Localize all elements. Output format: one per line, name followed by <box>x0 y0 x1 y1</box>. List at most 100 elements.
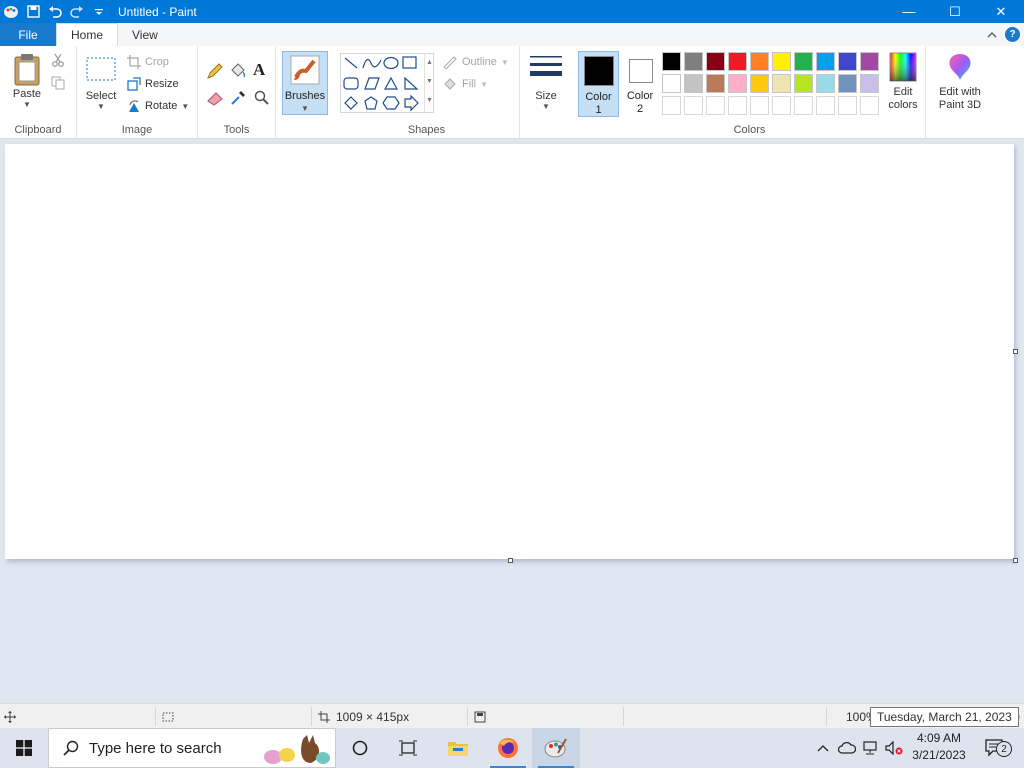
size-group: Size ▼ <box>520 46 574 139</box>
palette-swatch-empty[interactable] <box>684 96 703 115</box>
palette-swatch[interactable] <box>860 52 879 71</box>
palette-swatch-empty[interactable] <box>816 96 835 115</box>
resize-button[interactable]: Resize <box>127 77 179 91</box>
palette-swatch[interactable] <box>794 74 813 93</box>
file-explorer-button[interactable] <box>434 728 482 768</box>
fill-button[interactable]: Fill ▼ <box>442 77 488 91</box>
palette-swatch-empty[interactable] <box>772 96 791 115</box>
brushes-button[interactable]: Brushes ▼ <box>282 51 328 115</box>
start-button[interactable] <box>0 728 48 768</box>
notification-count-badge: 2 <box>996 741 1012 757</box>
firefox-button[interactable] <box>484 728 532 768</box>
tab-view[interactable]: View <box>118 23 172 46</box>
cursor-position-icon <box>4 704 16 729</box>
palette-swatch[interactable] <box>706 52 725 71</box>
taskbar-clock[interactable]: 4:09 AM 3/21/2023 <box>908 730 970 766</box>
size-icon <box>530 56 562 76</box>
maximize-button[interactable]: ☐ <box>932 0 978 23</box>
select-icon <box>86 57 116 81</box>
palette-swatch-empty[interactable] <box>794 96 813 115</box>
cut-icon[interactable] <box>51 53 65 67</box>
shapes-scroll[interactable]: ▲ ▼ ▼ <box>424 53 434 113</box>
resize-handle-bottom[interactable] <box>508 558 513 563</box>
palette-swatch-empty[interactable] <box>860 96 879 115</box>
redo-icon[interactable] <box>66 0 88 23</box>
palette-swatch[interactable] <box>772 74 791 93</box>
network-icon <box>863 741 877 755</box>
size-button[interactable]: Size ▼ <box>528 54 564 111</box>
tools-group: A Tools <box>198 46 276 139</box>
edit-colors-button[interactable]: Edit colors <box>884 52 922 112</box>
palette-swatch[interactable] <box>838 52 857 71</box>
edit-with-paint3d-label: Edit with Paint 3D <box>938 86 982 111</box>
volume-tray-icon[interactable] <box>884 728 906 768</box>
folder-icon <box>448 742 468 756</box>
drawing-canvas[interactable] <box>5 144 1014 559</box>
paste-button[interactable]: Paste ▼ <box>8 52 46 109</box>
palette-swatch[interactable] <box>684 52 703 71</box>
copy-icon[interactable] <box>51 76 65 90</box>
palette-swatch-empty[interactable] <box>662 96 681 115</box>
image-group: Select ▼ Crop Resize Rotate ▼ Image <box>77 46 198 139</box>
crop-button[interactable]: Crop <box>127 55 169 69</box>
outline-icon <box>443 56 457 69</box>
palette-swatch[interactable] <box>662 52 681 71</box>
show-hidden-icons-button[interactable] <box>814 728 832 768</box>
palette-swatch-empty[interactable] <box>838 96 857 115</box>
text-tool-icon[interactable]: A <box>253 60 265 80</box>
palette-swatch[interactable] <box>684 74 703 93</box>
resize-handle-corner[interactable] <box>1013 558 1018 563</box>
palette-swatch[interactable] <box>706 74 725 93</box>
palette-swatch[interactable] <box>794 52 813 71</box>
tab-file[interactable]: File <box>0 23 56 46</box>
resize-handle-right[interactable] <box>1013 349 1018 354</box>
brush-icon <box>290 55 320 85</box>
customize-quick-access-icon[interactable] <box>88 0 110 23</box>
magnifier-icon[interactable] <box>253 89 271 107</box>
palette-swatch[interactable] <box>860 74 879 93</box>
undo-icon[interactable] <box>44 0 66 23</box>
palette-swatch[interactable] <box>728 52 747 71</box>
search-placeholder: Type here to search <box>89 739 222 757</box>
palette-swatch[interactable] <box>662 74 681 93</box>
shapes-gallery[interactable] <box>340 53 434 113</box>
crop-icon <box>127 55 141 69</box>
pencil-icon[interactable] <box>206 62 224 80</box>
canvas-size-icon <box>318 710 330 723</box>
network-tray-icon[interactable] <box>860 728 882 768</box>
help-icon[interactable]: ? <box>1005 27 1020 42</box>
color-picker-icon[interactable] <box>229 89 247 107</box>
paint-taskbar-button[interactable] <box>532 728 580 768</box>
fill-bucket-icon[interactable] <box>229 62 247 80</box>
ribbon-tabs: File Home View ? <box>0 23 1024 46</box>
palette-swatch[interactable] <box>750 52 769 71</box>
save-icon[interactable] <box>22 0 44 23</box>
edit-with-paint3d-button[interactable]: Edit with Paint 3D <box>932 52 988 112</box>
palette-swatch-empty[interactable] <box>750 96 769 115</box>
tab-home[interactable]: Home <box>56 23 119 46</box>
outline-button[interactable]: Outline ▼ <box>442 55 509 69</box>
palette-swatch[interactable] <box>728 74 747 93</box>
cortana-button[interactable] <box>336 728 384 768</box>
palette-swatch[interactable] <box>772 52 791 71</box>
palette-swatch[interactable] <box>838 74 857 93</box>
onedrive-tray-icon[interactable] <box>836 728 858 768</box>
search-icon <box>63 740 79 756</box>
palette-swatch-empty[interactable] <box>728 96 747 115</box>
palette-swatch-empty[interactable] <box>706 96 725 115</box>
resize-icon <box>127 77 141 91</box>
palette-swatch[interactable] <box>816 74 835 93</box>
action-center-button[interactable]: 2 <box>976 728 1016 768</box>
brushes-label: Brushes <box>284 90 326 102</box>
eraser-icon[interactable] <box>206 89 224 107</box>
task-view-button[interactable] <box>384 728 432 768</box>
collapse-ribbon-icon[interactable] <box>987 31 997 39</box>
taskbar-search[interactable]: Type here to search <box>48 728 336 768</box>
rotate-button[interactable]: Rotate ▼ <box>127 99 189 113</box>
close-button[interactable]: ✕ <box>978 0 1024 23</box>
minimize-button[interactable]: — <box>886 0 932 23</box>
palette-swatch[interactable] <box>816 52 835 71</box>
select-button[interactable]: Select ▼ <box>83 56 119 111</box>
paint-app-icon[interactable] <box>0 0 22 23</box>
palette-swatch[interactable] <box>750 74 769 93</box>
